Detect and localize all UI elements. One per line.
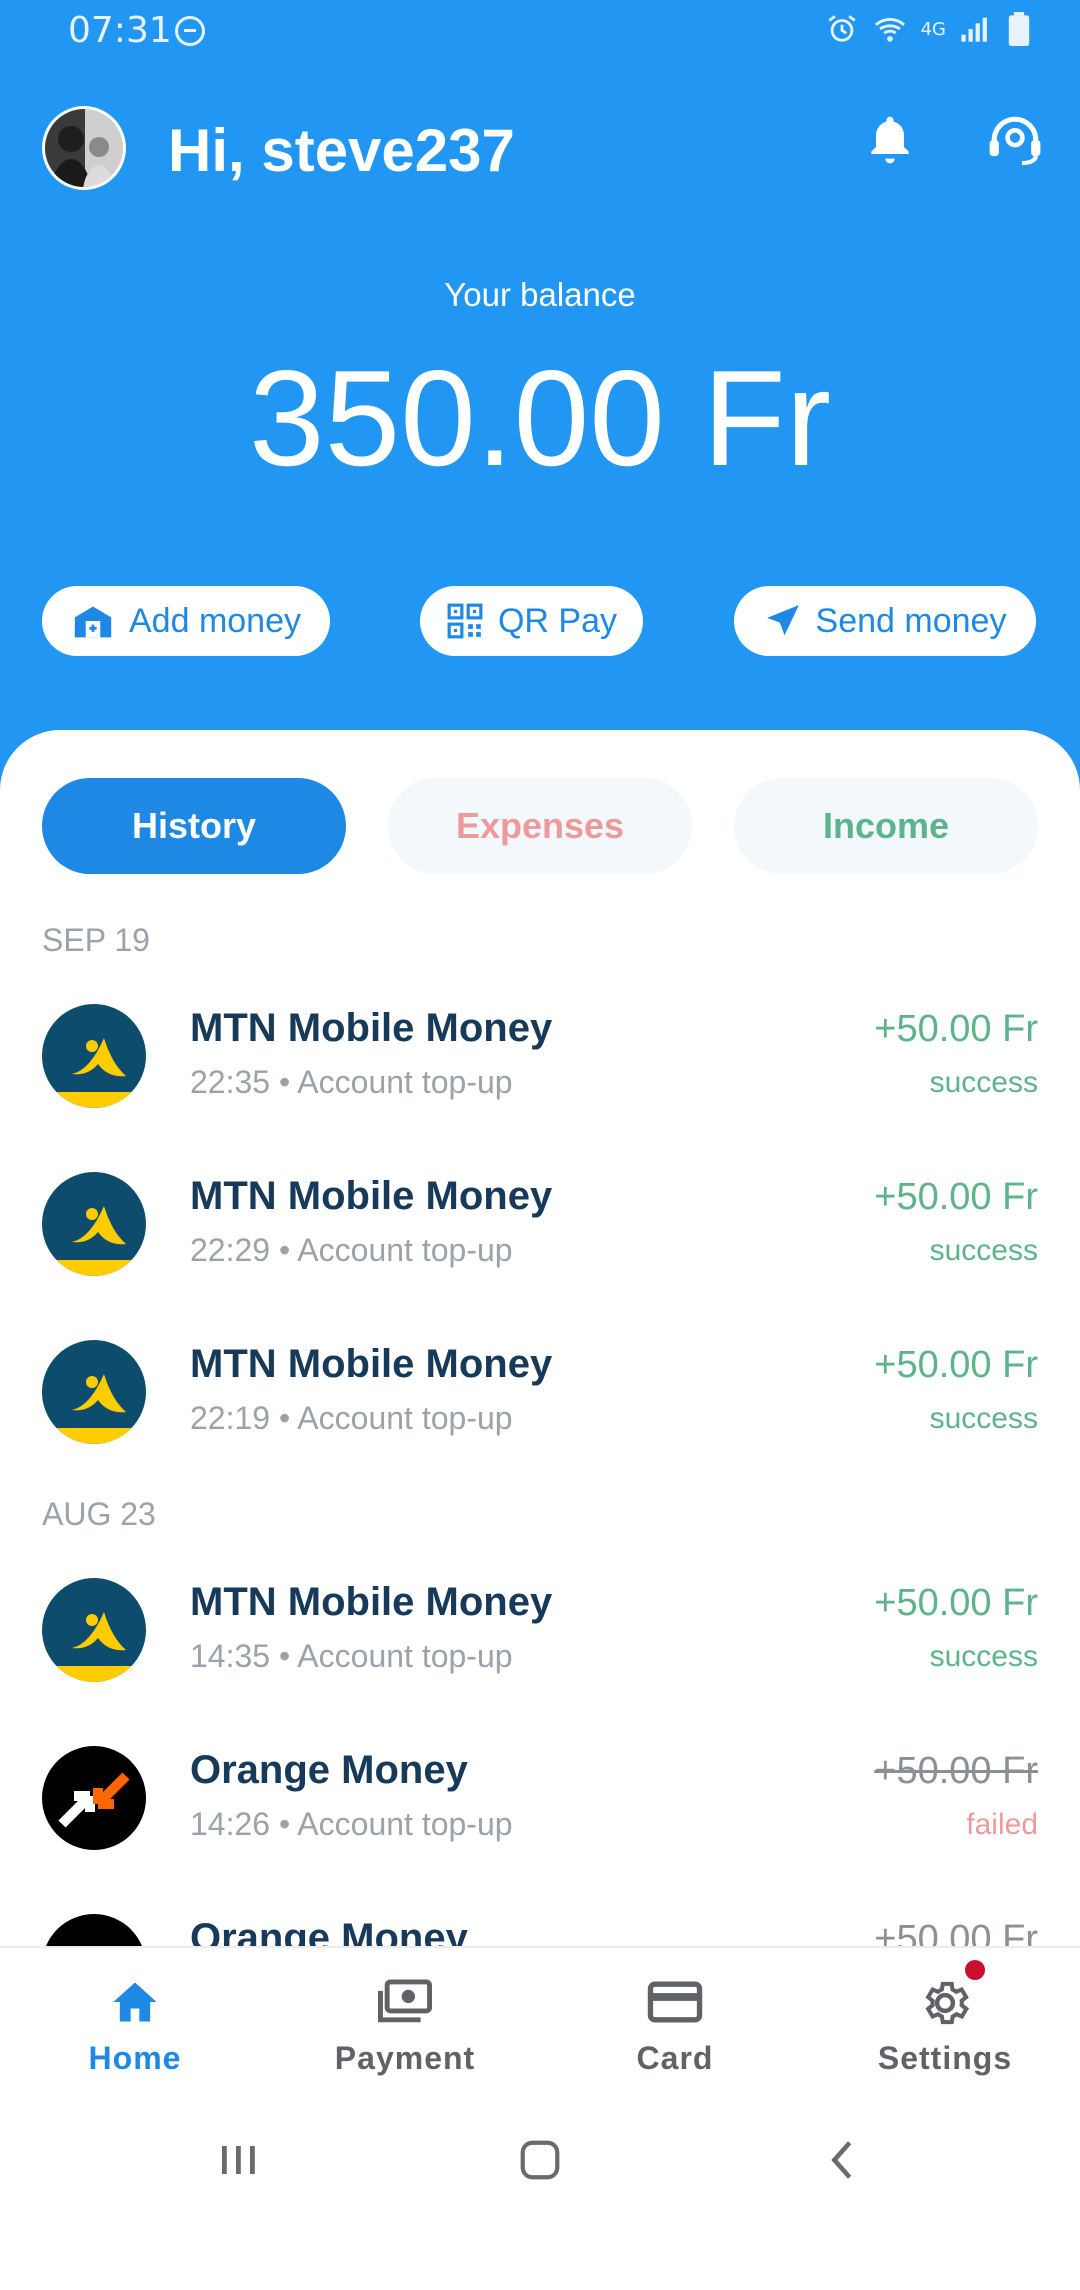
transaction-meta: 14:26 • Account top-up (190, 1806, 513, 1842)
transaction-status: success (929, 1066, 1038, 1099)
tab-expenses[interactable]: Expenses (388, 778, 692, 874)
recent-apps-icon (222, 2146, 255, 2174)
home-icon (0, 1976, 270, 2028)
transaction-row[interactable]: MTN Mobile Money 22:29 • Account top-up … (0, 1162, 1080, 1282)
transaction-row[interactable]: MTN Mobile Money 22:19 • Account top-up … (0, 1330, 1080, 1450)
balance-label: Your balance (444, 276, 636, 313)
transaction-meta: 22:35 • Account top-up (190, 1064, 513, 1100)
system-navigation-bar (0, 2100, 1080, 2220)
nav-settings[interactable]: Settings (810, 1948, 1080, 2102)
transaction-status: failed (966, 1808, 1038, 1841)
nav-home-label: Home (88, 2040, 182, 2076)
back-chevron-icon (831, 2141, 852, 2179)
quick-actions: Add money QR Pay Send money (0, 586, 1080, 656)
transaction-amount: +50.00 Fr (874, 1582, 1038, 1624)
greeting-title: Hi, steve237 (168, 117, 515, 184)
send-icon (766, 605, 799, 636)
transaction-row[interactable]: Orange Money 14:26 • Account top-up +50.… (0, 1736, 1080, 1856)
status-icons: 4G (825, 12, 1030, 46)
transaction-row[interactable]: MTN Mobile Money 14:35 • Account top-up … (0, 1568, 1080, 1688)
status-time: 07:31 (68, 10, 172, 51)
tab-history[interactable]: History (42, 778, 346, 874)
transaction-name: MTN Mobile Money (190, 1006, 553, 1050)
back-button[interactable] (762, 2100, 922, 2220)
transaction-amount: +50.00 Fr (874, 1176, 1038, 1218)
transaction-amount: +50.00 Fr (874, 1344, 1038, 1386)
transaction-row[interactable]: MTN Mobile Money 22:35 • Account top-up … (0, 994, 1080, 1114)
home-system-button[interactable] (460, 2100, 620, 2220)
payment-icon (270, 1976, 540, 2028)
settings-icon (810, 1976, 1080, 2030)
transaction-status: success (929, 1234, 1038, 1267)
balance-amount: 350.00 Fr (248, 342, 832, 494)
mtn-logo-icon (42, 1004, 146, 1108)
transaction-meta: 22:29 • Account top-up (190, 1232, 513, 1268)
mtn-logo-icon (42, 1172, 146, 1276)
notification-bell-icon[interactable] (862, 112, 918, 172)
send-money-button[interactable]: Send money (734, 586, 1036, 656)
qr-pay-label: QR Pay (497, 601, 618, 640)
transaction-name: MTN Mobile Money (190, 1342, 553, 1386)
add-money-icon (74, 606, 112, 638)
filter-tabs: History Expenses Income (0, 778, 1080, 874)
transaction-name: MTN Mobile Money (190, 1580, 553, 1624)
transaction-meta: 14:35 • Account top-up (190, 1638, 513, 1674)
qr-pay-button[interactable]: QR Pay (420, 586, 643, 656)
add-money-label: Add money (129, 601, 301, 640)
transaction-amount: +50.00 Fr (874, 1008, 1038, 1050)
network-type: 4G (920, 18, 946, 40)
tab-income[interactable]: Income (734, 778, 1038, 874)
support-headset-icon[interactable] (985, 112, 1045, 172)
date-header: AUG 23 (42, 1496, 156, 1532)
transaction-meta: 22:19 • Account top-up (190, 1400, 513, 1436)
nav-card[interactable]: Card (540, 1948, 810, 2102)
recent-apps-button[interactable] (158, 2100, 318, 2220)
mtn-logo-icon (42, 1340, 146, 1444)
signal-icon (961, 17, 987, 42)
home-square-icon (520, 2140, 560, 2180)
nav-payment-label: Payment (334, 2040, 476, 2076)
status-bar: 07:31 4G (0, 0, 1080, 66)
date-header: SEP 19 (42, 922, 150, 958)
wifi-icon (874, 18, 905, 42)
card-icon (540, 1976, 810, 2028)
notification-badge (965, 1960, 985, 1980)
nav-card-label: Card (636, 2040, 714, 2076)
add-money-button[interactable]: Add money (42, 586, 330, 656)
avatar[interactable] (42, 106, 126, 190)
transaction-status: success (929, 1640, 1038, 1673)
transaction-amount: +50.00 Fr (874, 1750, 1038, 1792)
send-money-label: Send money (815, 601, 1007, 640)
qr-code-icon (447, 603, 483, 639)
bottom-navigation: Home Payment Card Settings (0, 1946, 1080, 2102)
alarm-icon (827, 15, 856, 42)
do-not-disturb-icon (175, 16, 205, 46)
transaction-status: success (929, 1402, 1038, 1435)
transaction-name: Orange Money (190, 1748, 468, 1792)
orange-money-logo-icon (42, 1746, 146, 1850)
battery-icon (1008, 12, 1030, 46)
nav-settings-label: Settings (877, 2040, 1013, 2076)
nav-home[interactable]: Home (0, 1948, 270, 2102)
transaction-name: MTN Mobile Money (190, 1174, 553, 1218)
nav-payment[interactable]: Payment (270, 1948, 540, 2102)
mtn-logo-icon (42, 1578, 146, 1682)
app-header: Hi, steve237 (0, 100, 1080, 200)
avatar-photo (45, 109, 123, 187)
